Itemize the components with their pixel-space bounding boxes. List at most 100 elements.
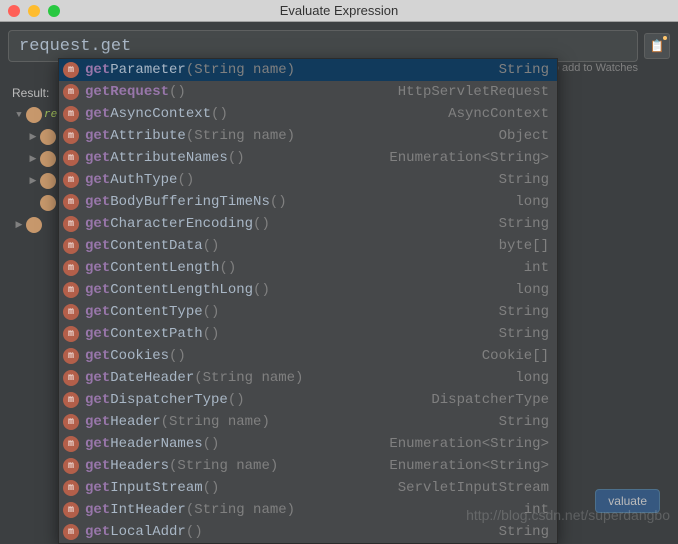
completion-item[interactable]: mgetAsyncContext()AsyncContext: [59, 103, 557, 125]
tree-row[interactable]: ▶: [14, 148, 58, 170]
watermark: http://blog.csdn.net/superdangbo: [466, 507, 670, 523]
completion-item[interactable]: mgetCharacterEncoding()String: [59, 213, 557, 235]
tree-node-label: re: [44, 109, 57, 121]
completion-type: String: [499, 172, 549, 188]
tree-arrow-icon: ▶: [28, 132, 38, 142]
completion-item[interactable]: mgetParameter(String name)String: [59, 59, 557, 81]
completion-item[interactable]: m getHeaderNames() Enumeration<String>: [59, 433, 557, 455]
completion-item[interactable]: mgetDispatcherType()DispatcherType: [59, 389, 557, 411]
completion-type: String: [499, 304, 549, 320]
completion-item[interactable]: mgetHeaders(String name)Enumeration<Stri…: [59, 455, 557, 477]
minimize-window-button[interactable]: [28, 5, 40, 17]
completion-item[interactable]: mgetContentLengthLong()long: [59, 279, 557, 301]
completion-type: ServletInputStream: [398, 480, 549, 496]
tree-arrow-icon: ▶: [28, 154, 38, 164]
completion-type: HttpServletRequest: [398, 84, 549, 100]
completion-item[interactable]: m getInputStream() ServletInputStream: [59, 477, 557, 499]
completion-name: getDateHeader(String name): [85, 370, 507, 386]
result-label: Result:: [12, 86, 49, 100]
completion-type: AsyncContext: [448, 106, 549, 122]
completion-type: DispatcherType: [431, 392, 549, 408]
tree-node-icon: [26, 217, 42, 233]
method-icon: m: [63, 128, 79, 144]
method-icon: m: [63, 414, 79, 430]
tree-node-icon: [40, 173, 56, 189]
completion-name: getContentLengthLong(): [85, 282, 507, 298]
completion-item[interactable]: mgetAuthType()String: [59, 169, 557, 191]
completion-type: String: [499, 216, 549, 232]
completion-item[interactable]: mgetContextPath()String: [59, 323, 557, 345]
completion-item[interactable]: mgetRequest()HttpServletRequest: [59, 81, 557, 103]
completion-name: getContextPath(): [85, 326, 491, 342]
completion-name: getAttributeNames(): [85, 150, 381, 166]
completion-item[interactable]: m getDateHeader(String name) long: [59, 367, 557, 389]
completion-type: String: [499, 62, 549, 78]
completion-name: getAuthType(): [85, 172, 491, 188]
completion-name: getAttribute(String name): [85, 128, 491, 144]
tree-row[interactable]: ▼ re: [14, 104, 58, 126]
tree-row[interactable]: ▶: [14, 170, 58, 192]
completion-item[interactable]: m getBodyBufferingTimeNs() long: [59, 191, 557, 213]
method-icon: m: [63, 436, 79, 452]
completion-popup[interactable]: mgetParameter(String name)String m getRequ…: [58, 58, 558, 544]
close-window-button[interactable]: [8, 5, 20, 17]
traffic-lights: [0, 5, 60, 17]
completion-name: getCharacterEncoding(): [85, 216, 491, 232]
completion-type: int: [524, 260, 549, 276]
method-icon: m: [63, 238, 79, 254]
completion-name: getContentLength(): [85, 260, 516, 276]
completion-type: byte[]: [499, 238, 549, 254]
completion-item[interactable]: mgetLocalAddr()String: [59, 521, 557, 543]
completion-type: Cookie[]: [482, 348, 549, 364]
method-icon: m: [63, 194, 79, 210]
completion-item[interactable]: m getContentLength() int: [59, 257, 557, 279]
method-icon: m: [63, 502, 79, 518]
titlebar: Evaluate Expression: [0, 0, 678, 22]
completion-type: Enumeration<String>: [389, 436, 549, 452]
history-icon: 📋: [650, 39, 665, 54]
completion-type: long: [515, 370, 549, 386]
tree-node-icon: [40, 195, 56, 211]
completion-name: getRequest(): [85, 84, 390, 100]
tree-row[interactable]: ▶: [14, 126, 58, 148]
method-icon: m: [63, 392, 79, 408]
completion-name: getCookies(): [85, 348, 474, 364]
method-icon: m: [63, 480, 79, 496]
tree-row[interactable]: [14, 192, 58, 214]
window-title: Evaluate Expression: [280, 3, 399, 18]
tree-node-icon: [40, 129, 56, 145]
completion-item[interactable]: m getAttributeNames() Enumeration<String>: [59, 147, 557, 169]
completion-name: getBodyBufferingTimeNs(): [85, 194, 507, 210]
completion-name: getContentType(): [85, 304, 491, 320]
history-button[interactable]: 📋: [644, 33, 670, 59]
tree-arrow-icon: ▶: [28, 176, 38, 186]
maximize-window-button[interactable]: [48, 5, 60, 17]
completion-name: getHeaders(String name): [85, 458, 381, 474]
completion-item[interactable]: mgetAttribute(String name)Object: [59, 125, 557, 147]
tree-row[interactable]: ▶: [14, 214, 58, 236]
method-icon: m: [63, 326, 79, 342]
completion-type: long: [515, 282, 549, 298]
method-icon: m: [63, 304, 79, 320]
method-icon: m: [63, 348, 79, 364]
completion-type: String: [499, 414, 549, 430]
completion-name: getHeader(String name): [85, 414, 491, 430]
result-tree: ▼ re ▶ ▶ ▶ ▶: [14, 104, 58, 236]
completion-name: getIntHeader(String name): [85, 502, 516, 518]
completion-item[interactable]: m getCookies() Cookie[]: [59, 345, 557, 367]
completion-item[interactable]: m getContentType() String: [59, 301, 557, 323]
method-icon: m: [63, 150, 79, 166]
completion-type: long: [515, 194, 549, 210]
completion-type: Enumeration<String>: [389, 150, 549, 166]
tree-node-icon: [26, 107, 42, 123]
completion-item[interactable]: m getHeader(String name) String: [59, 411, 557, 433]
completion-name: getHeaderNames(): [85, 436, 381, 452]
method-icon: m: [63, 370, 79, 386]
method-icon: m: [63, 260, 79, 276]
completion-name: getContentData(): [85, 238, 491, 254]
tree-arrow-icon: ▼: [14, 110, 24, 120]
completion-item[interactable]: m getContentData() byte[]: [59, 235, 557, 257]
completion-name: getInputStream(): [85, 480, 390, 496]
method-icon: m: [63, 524, 79, 540]
completion-type: String: [499, 524, 549, 540]
